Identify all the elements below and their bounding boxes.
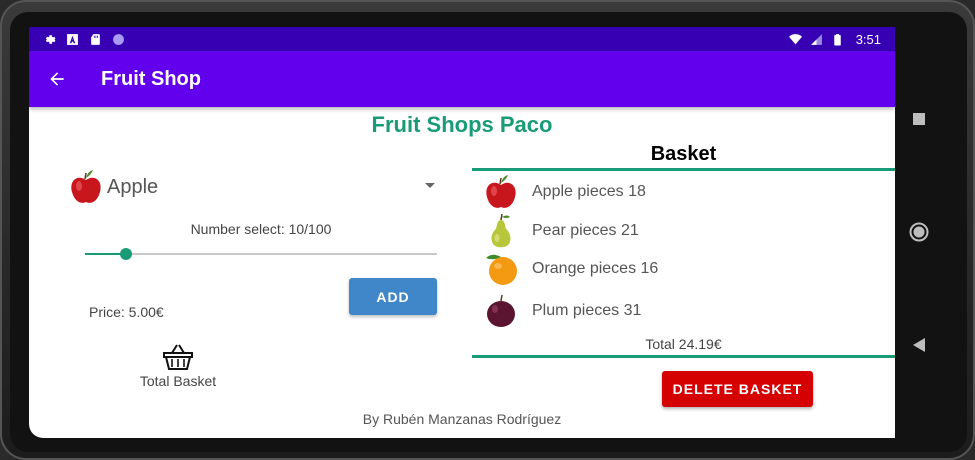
basket-total: Total 24.19€ bbox=[645, 336, 722, 352]
basket-item-pear[interactable]: Pear pieces 21 bbox=[472, 212, 895, 250]
basket-divider-top bbox=[472, 168, 895, 171]
number-select-label: Number select: 10/100 bbox=[190, 221, 332, 237]
basket-divider-bottom bbox=[472, 355, 895, 358]
basket-icon bbox=[163, 344, 193, 370]
pear-icon bbox=[481, 212, 521, 250]
shop-title: Fruit Shops Paco bbox=[371, 112, 553, 137]
fruit-spinner[interactable]: Apple bbox=[69, 167, 441, 207]
circle-icon bbox=[113, 33, 124, 45]
signal-icon bbox=[810, 33, 822, 45]
back-button[interactable] bbox=[29, 51, 85, 107]
clock: 3:51 bbox=[855, 31, 881, 47]
app-bar: Fruit Shop bbox=[29, 51, 895, 107]
total-basket-button[interactable]: Total Basket bbox=[129, 343, 227, 389]
slider-track bbox=[85, 253, 437, 255]
spinner-selected-label: Apple bbox=[107, 175, 159, 198]
apple-icon bbox=[71, 170, 101, 203]
app-title: Fruit Shop bbox=[101, 67, 201, 90]
basket-item-label: Apple pieces 18 bbox=[532, 183, 646, 200]
slider-thumb[interactable] bbox=[120, 248, 132, 260]
system-nav-bar bbox=[895, 27, 945, 438]
total-basket-label: Total Basket bbox=[139, 373, 217, 389]
dropdown-arrow-icon bbox=[425, 183, 435, 188]
orange-icon bbox=[481, 250, 521, 288]
delete-basket-button[interactable]: DELETE BASKET bbox=[662, 371, 813, 407]
back-nav-button[interactable] bbox=[909, 335, 929, 355]
basket-heading: Basket bbox=[650, 143, 717, 165]
device-frame: 3:51 Fruit Shop Fruit Shops Paco Apple N… bbox=[0, 0, 975, 460]
battery-icon bbox=[833, 33, 841, 45]
home-button[interactable] bbox=[909, 222, 929, 242]
triangle-back-icon bbox=[913, 338, 925, 352]
price-label: Price: 5.00€ bbox=[89, 304, 164, 320]
apple-icon bbox=[481, 173, 521, 211]
app-screen: 3:51 Fruit Shop Fruit Shops Paco Apple N… bbox=[29, 27, 895, 438]
basket-item-apple[interactable]: Apple pieces 18 bbox=[472, 173, 895, 211]
a-icon bbox=[67, 33, 78, 45]
home-circle-icon bbox=[909, 222, 929, 242]
main-content: Fruit Shops Paco Apple Number select: 10… bbox=[29, 107, 895, 438]
square-icon bbox=[913, 113, 925, 125]
quantity-slider[interactable] bbox=[85, 245, 437, 263]
status-bar: 3:51 bbox=[29, 27, 895, 51]
basket-item-label: Orange pieces 16 bbox=[532, 260, 659, 277]
basket-item-label: Pear pieces 21 bbox=[532, 222, 639, 239]
wifi-icon bbox=[788, 33, 802, 44]
sd-card-icon bbox=[91, 33, 100, 45]
basket-item-orange[interactable]: Orange pieces 16 bbox=[472, 250, 895, 288]
arrow-back-icon bbox=[50, 72, 64, 86]
footer-credit: By Rubén Manzanas Rodríguez bbox=[362, 411, 562, 427]
basket-item-label: Plum pieces 31 bbox=[532, 302, 642, 319]
plum-icon bbox=[481, 292, 521, 330]
add-button[interactable]: ADD bbox=[349, 278, 437, 315]
settings-icon bbox=[45, 34, 56, 44]
recents-button[interactable] bbox=[909, 109, 929, 129]
basket-item-plum[interactable]: Plum pieces 31 bbox=[472, 292, 895, 330]
